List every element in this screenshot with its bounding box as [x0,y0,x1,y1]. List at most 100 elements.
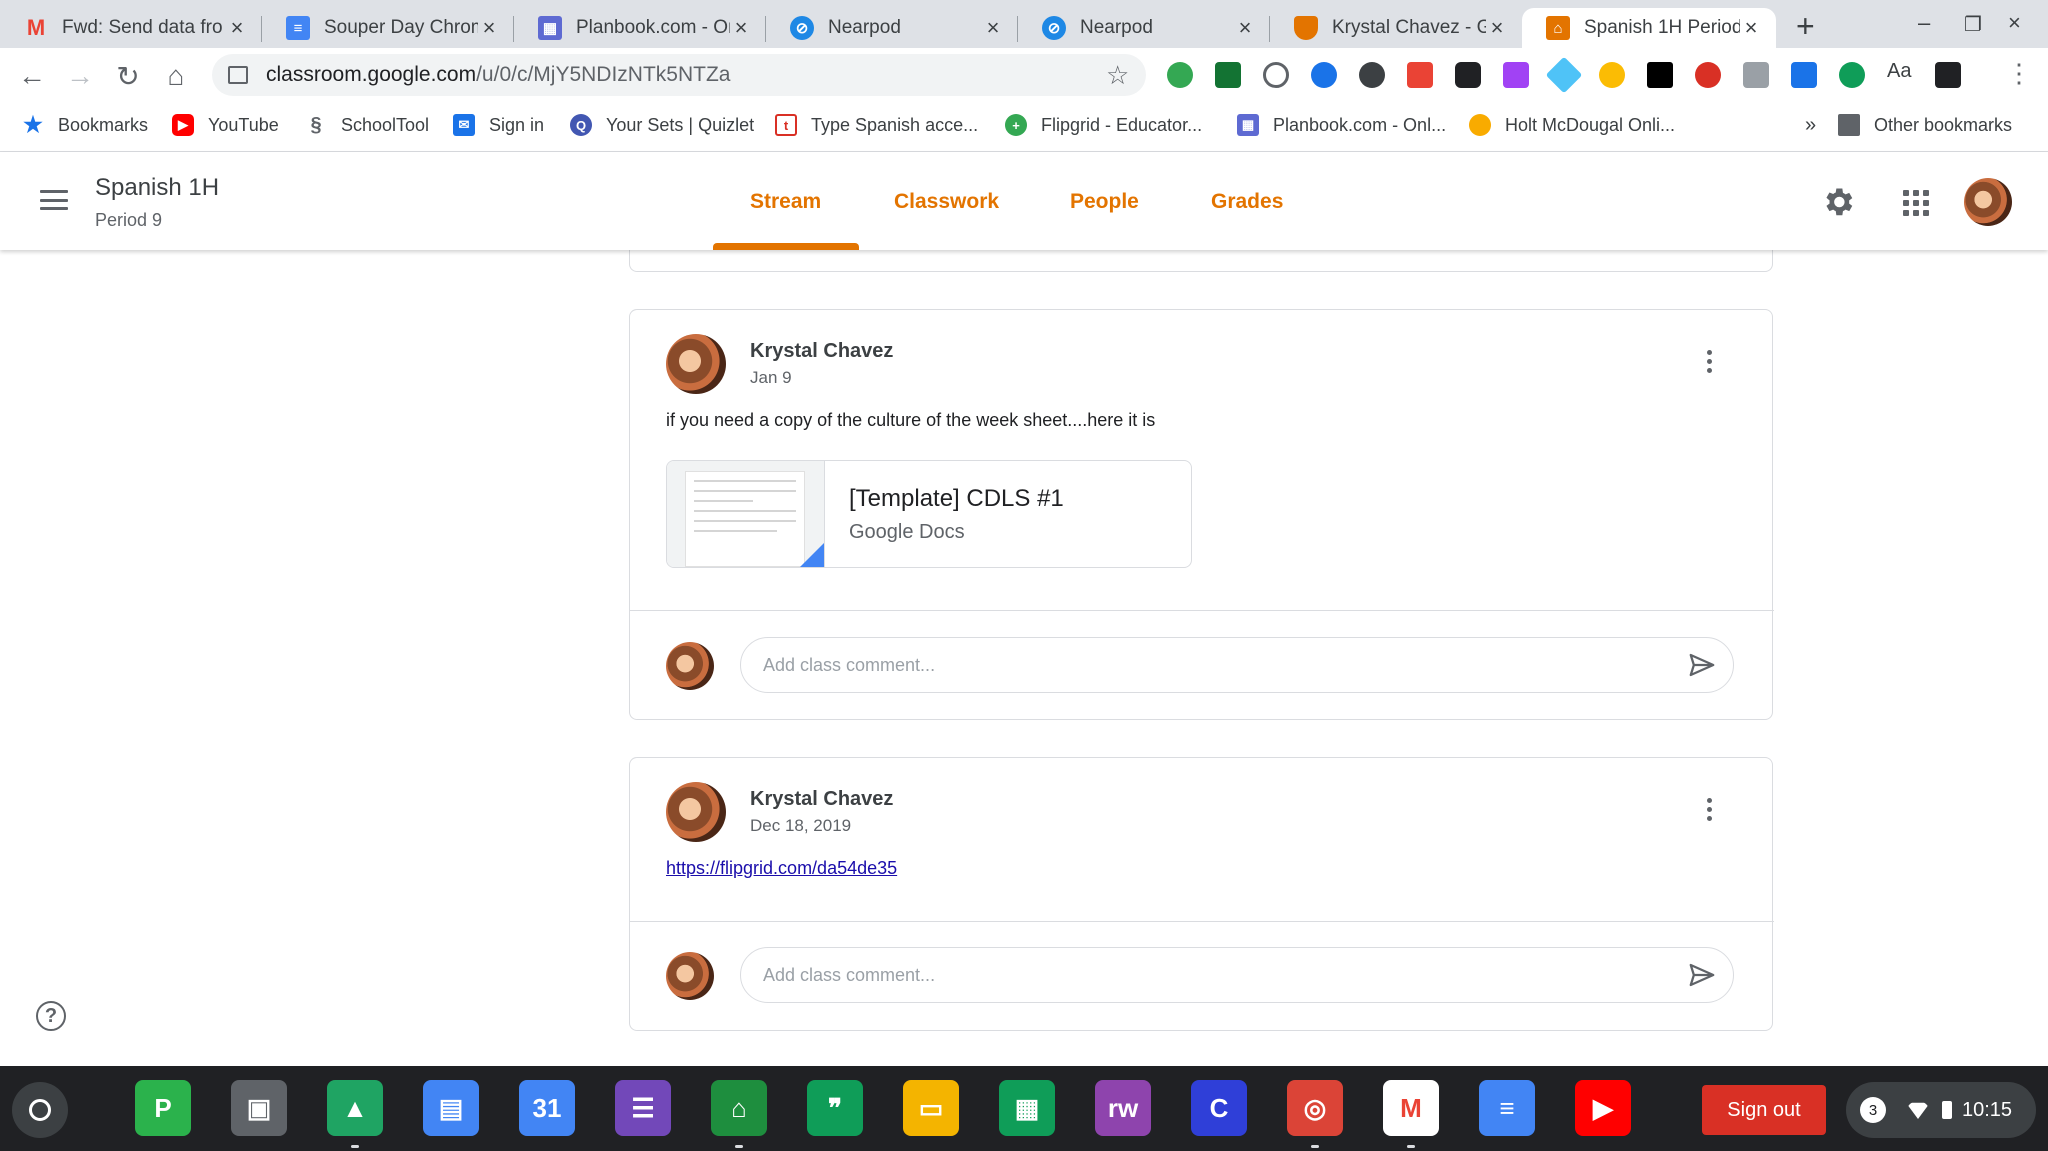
bookmark-item[interactable]: ✉ Sign in [453,114,544,136]
extension-icon[interactable] [1545,56,1583,94]
bookmark-item[interactable]: ▦ Planbook.com - Onl... [1237,114,1446,136]
slides-icon[interactable]: ▭ [903,1080,959,1136]
chrome-icon[interactable]: ◎ [1287,1080,1343,1136]
text-size-icon[interactable]: Aa [1887,60,1913,86]
new-tab-button[interactable]: + [1796,8,1815,45]
classroom-icon[interactable]: ⌂ [711,1080,767,1136]
attachment-card[interactable]: [Template] CDLS #1 Google Docs [666,460,1192,568]
extension-icon[interactable] [1215,62,1241,88]
close-icon[interactable]: × [1234,15,1256,41]
extension-icon[interactable] [1311,62,1337,88]
tab-planbook[interactable]: ▦ Planbook.com - On × [514,8,766,48]
power-icon[interactable] [1263,62,1289,88]
tab-title: Nearpod [1080,17,1153,38]
close-window-icon[interactable]: × [2008,10,2021,36]
extension-icon[interactable] [1599,62,1625,88]
tab-nearpod-1[interactable]: ⊘ Nearpod × [766,8,1018,48]
readwrite-icon[interactable]: rw [1095,1080,1151,1136]
bookmark-item[interactable]: Holt McDougal Onli... [1469,114,1675,136]
address-bar[interactable]: classroom.google.com/u/0/c/MjY5NDIzNTk5N… [212,54,1146,96]
tab-nearpod-2[interactable]: ⊘ Nearpod × [1018,8,1270,48]
main-menu-icon[interactable] [40,190,68,210]
status-tray[interactable]: 3 10:15 [1846,1082,2036,1138]
close-icon[interactable]: × [1740,15,1762,41]
class-name[interactable]: Spanish 1H [95,174,219,202]
send-icon[interactable] [1686,960,1718,990]
tab-stream[interactable]: Stream [750,190,821,214]
extension-icon[interactable] [1839,62,1865,88]
forward-button[interactable]: → [64,60,96,92]
tab-people[interactable]: People [1070,190,1139,214]
close-icon[interactable]: × [1486,15,1508,41]
extension-icon[interactable] [1455,62,1481,88]
extension-icon[interactable] [1647,62,1673,88]
more-options-icon[interactable] [1707,798,1715,821]
tab-spanish-1h[interactable]: ⌂ Spanish 1H Period × [1522,8,1776,48]
more-options-icon[interactable] [1707,350,1715,373]
extension-icon[interactable] [1935,62,1961,88]
bookmark-item[interactable]: + Flipgrid - Educator... [1005,114,1202,136]
calendar-icon[interactable]: 31 [519,1080,575,1136]
canva-icon[interactable]: C [1191,1080,1247,1136]
tab-krystal-chavez[interactable]: Krystal Chavez - Go × [1270,8,1522,48]
extension-icon[interactable] [1743,62,1769,88]
youtube-icon[interactable]: ▶ [1575,1080,1631,1136]
author-avatar [666,334,726,394]
hangouts-icon[interactable]: ❞ [807,1080,863,1136]
pear-deck-icon[interactable]: P [135,1080,191,1136]
quizlet-icon: Q [570,114,592,136]
post-date[interactable]: Dec 18, 2019 [750,816,851,836]
restore-icon[interactable]: ❐ [1964,12,1982,37]
reload-button[interactable]: ↻ [112,60,144,92]
sheets-icon[interactable]: ▦ [999,1080,1055,1136]
back-button[interactable]: ← [16,60,48,92]
bookmark-item[interactable]: t Type Spanish acce... [775,114,978,136]
close-icon[interactable]: × [730,15,752,41]
gmail-icon[interactable]: M [1383,1080,1439,1136]
bookmark-item[interactable]: § SchoolTool [305,114,429,136]
extension-icon[interactable] [1167,62,1193,88]
class-comment-input[interactable] [740,637,1734,693]
post-link[interactable]: https://flipgrid.com/da54de35 [666,858,897,878]
classroom-icon: ⌂ [1546,16,1570,40]
close-icon[interactable]: × [982,15,1004,41]
files-icon[interactable]: ▤ [423,1080,479,1136]
google-apps-icon[interactable] [1903,190,1929,216]
tab-classwork[interactable]: Classwork [894,190,999,214]
bookmarks-overflow-button[interactable]: » [1805,114,1816,137]
home-button[interactable]: ⌂ [160,60,192,92]
post-date[interactable]: Jan 9 [750,368,792,388]
bookmark-item[interactable]: ★ Bookmarks [22,112,148,137]
launcher-button[interactable] [12,1082,68,1138]
bookmark-item[interactable]: ▶ YouTube [172,114,279,136]
shield-icon[interactable] [1359,62,1385,88]
bookmark-star-icon[interactable]: ☆ [1106,60,1129,91]
puzzle-icon[interactable] [1503,62,1529,88]
close-icon[interactable]: × [478,15,500,41]
settings-gear-icon[interactable] [1820,184,1856,220]
other-bookmarks[interactable]: Other bookmarks [1838,114,2012,136]
page-info-icon[interactable] [228,66,248,84]
sign-out-button[interactable]: Sign out [1702,1085,1826,1135]
calendar-icon[interactable] [1791,62,1817,88]
help-icon[interactable]: ? [36,1001,66,1031]
notification-count: 3 [1860,1097,1886,1123]
tab-gmail[interactable]: M Fwd: Send data fro × [0,8,262,48]
adblock-icon[interactable] [1695,62,1721,88]
minimize-icon[interactable]: – [1918,10,1930,36]
screencast-icon[interactable]: ▣ [231,1080,287,1136]
bookmark-item[interactable]: Q Your Sets | Quizlet [570,114,754,136]
notification-icon[interactable] [1407,62,1433,88]
active-tab-indicator [713,243,859,250]
forms-icon[interactable]: ☰ [615,1080,671,1136]
tab-grades[interactable]: Grades [1211,190,1283,214]
chrome-menu-icon[interactable]: ⋮ [2006,58,2032,89]
drive-icon[interactable]: ▲ [327,1080,383,1136]
tab-souper-day[interactable]: ≡ Souper Day Chrom × [262,8,514,48]
send-icon[interactable] [1686,650,1718,680]
docs-icon[interactable]: ≡ [1479,1080,1535,1136]
class-comment-input[interactable] [740,947,1734,1003]
account-avatar[interactable] [1964,178,2012,226]
close-icon[interactable]: × [226,15,248,41]
bookmark-label: Your Sets | Quizlet [606,114,755,135]
